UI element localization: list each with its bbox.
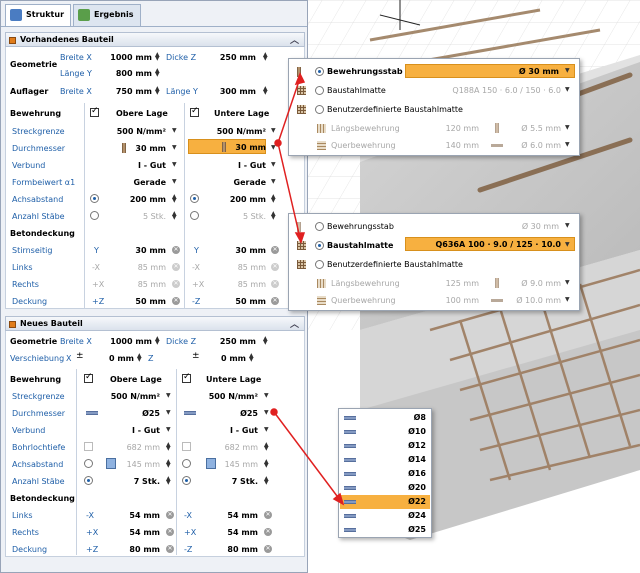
callout-arrows: [270, 72, 345, 506]
